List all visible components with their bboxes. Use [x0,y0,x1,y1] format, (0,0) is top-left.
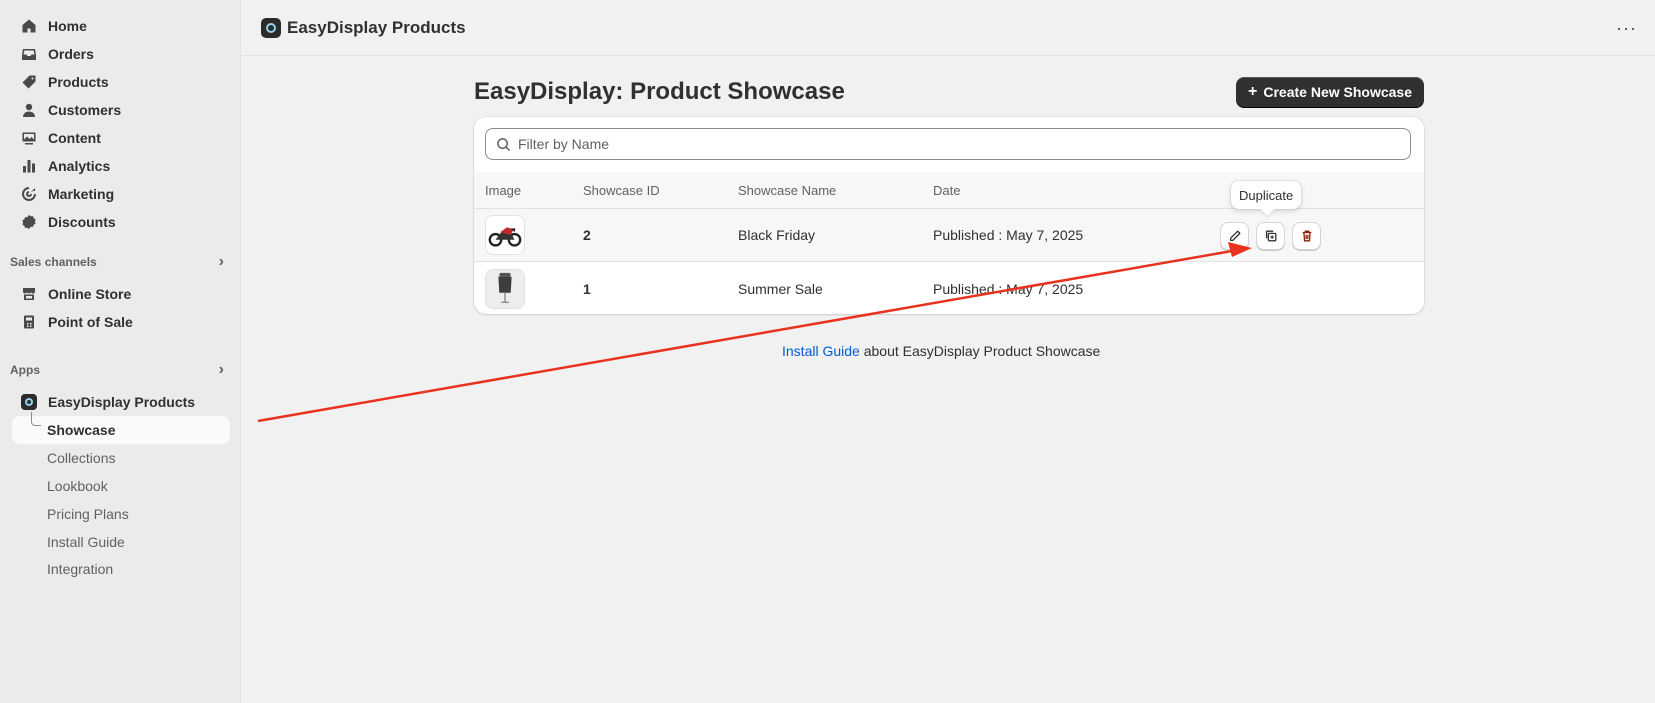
sidebar-item-customers[interactable]: Customers [10,96,230,124]
sidebar-item-label: Products [48,74,109,90]
duplicate-tooltip: Duplicate [1231,181,1302,209]
image-cell [485,262,525,314]
apps-label: Apps [10,363,40,377]
sidebar-subitem-showcase[interactable]: Showcase [12,412,230,444]
inbox-icon [20,45,38,63]
showcase-name: Summer Sale [738,280,823,297]
app-title-bar: EasyDisplay Products ··· [241,0,1655,56]
image-icon [20,129,38,147]
sidebar-item-label: Point of Sale [48,314,133,330]
showcase-name: Black Friday [738,227,816,243]
install-guide-note-inner: Install Guide about EasyDisplay Product … [782,343,1100,359]
sidebar-item-point-of-sale[interactable]: Point of Sale [10,308,230,336]
sidebar-item-online-store[interactable]: Online Store [10,280,230,308]
filter-field[interactable] [485,128,1411,160]
sidebar-subitem-collections[interactable]: Collections [10,444,230,472]
sidebar-subitem-label: Install Guide [47,534,125,550]
sidebar-item-label: Marketing [48,186,115,202]
sidebar: Home Orders Products Customers Content A… [0,0,240,703]
sidebar-item-label: Content [48,130,101,146]
trash-icon [1302,230,1311,242]
column-header-image: Image [485,182,522,198]
showcase-date: Published : May 7, 2025 [933,280,1084,297]
showcase-table-card: Image Showcase ID Showcase Name Date 2 B [474,117,1424,314]
sidebar-item-marketing[interactable]: Marketing [10,180,230,208]
delete-button[interactable] [1292,222,1321,250]
sidebar-subitem-install-guide[interactable]: Install Guide [10,528,230,556]
sidebar-subitem-integration[interactable]: Integration [10,556,230,582]
sidebar-item-label: Online Store [48,286,132,302]
page-title: EasyDisplay: Product Showcase [474,78,845,105]
sidebar-item-label: Analytics [48,158,111,174]
chevron-right-icon[interactable]: › [219,253,224,271]
column-header-showcase-name: Showcase Name [738,182,837,198]
chevron-right-icon[interactable]: › [219,361,224,379]
tag-icon [20,73,38,91]
duplicate-icon [1265,230,1276,242]
table-row[interactable]: 1 Summer Sale Published : May 7, 2025 [474,262,1424,314]
page-header: EasyDisplay: Product Showcase + Create N… [474,76,1424,108]
tree-connector [31,412,41,426]
sidebar-item-home[interactable]: Home [10,12,230,40]
sidebar-item-discounts[interactable]: Discounts [10,208,230,236]
sidebar-item-easydisplay[interactable]: EasyDisplay Products [10,388,230,416]
row-actions [1220,222,1321,250]
duplicate-button[interactable] [1256,222,1285,250]
target-icon [20,185,38,203]
store-icon [20,285,38,303]
person-icon [20,101,38,119]
apps-header[interactable]: Apps › [10,360,230,380]
image-cell [485,209,525,261]
search-icon [497,137,510,151]
install-guide-link[interactable]: Install Guide [782,343,860,359]
discount-icon [20,213,38,231]
filter-by-name-input[interactable] [518,136,1398,152]
sidebar-item-label: Orders [48,46,94,62]
sales-channels-header[interactable]: Sales channels › [10,252,230,272]
mannequin-thumbnail [485,268,525,309]
sidebar-subitem-label: Showcase [47,422,116,438]
pencil-icon [1229,230,1240,242]
create-button-label: Create New Showcase [1263,84,1412,100]
sidebar-subitem-lookbook[interactable]: Lookbook [10,472,230,500]
install-guide-note-text: about EasyDisplay Product Showcase [859,343,1101,359]
sidebar-subitem-label: Integration [47,561,114,577]
sidebar-subitem-pricing-plans[interactable]: Pricing Plans [10,500,230,528]
home-icon [20,17,38,35]
showcase-date: Published : May 7, 2025 [933,227,1084,243]
create-new-showcase-button[interactable]: + Create New Showcase [1236,77,1424,107]
pos-icon [20,313,38,331]
sidebar-item-orders[interactable]: Orders [10,40,230,68]
column-header-date: Date [933,182,961,198]
sidebar-item-products[interactable]: Products [10,68,230,96]
sales-channels-label: Sales channels [10,255,97,269]
plus-icon: + [1248,83,1258,100]
showcase-id: 2 [583,227,591,243]
column-header-showcase-id: Showcase ID [583,182,660,198]
motorcycle-thumbnail [485,215,525,255]
sidebar-item-analytics[interactable]: Analytics [10,152,230,180]
showcase-id: 1 [583,280,591,297]
edit-button[interactable] [1220,222,1249,250]
sidebar-subitem-label: Collections [47,450,116,466]
sidebar-subitem-label: Lookbook [47,478,108,494]
easydisplay-app-icon [261,17,281,38]
bar-chart-icon [20,157,38,175]
easydisplay-app-icon [20,393,38,411]
sidebar-item-label: Customers [48,102,122,118]
table-row[interactable]: 2 Black Friday Published : May 7, 2025 [474,209,1424,262]
sidebar-subitem-label: Pricing Plans [47,506,129,522]
sidebar-item-label: Home [48,18,87,34]
app-title: EasyDisplay Products [287,17,466,37]
more-actions-icon[interactable]: ··· [1616,18,1637,39]
sidebar-item-label: EasyDisplay Products [48,394,196,410]
sidebar-item-label: Discounts [48,214,116,230]
sidebar-item-content[interactable]: Content [10,124,230,152]
